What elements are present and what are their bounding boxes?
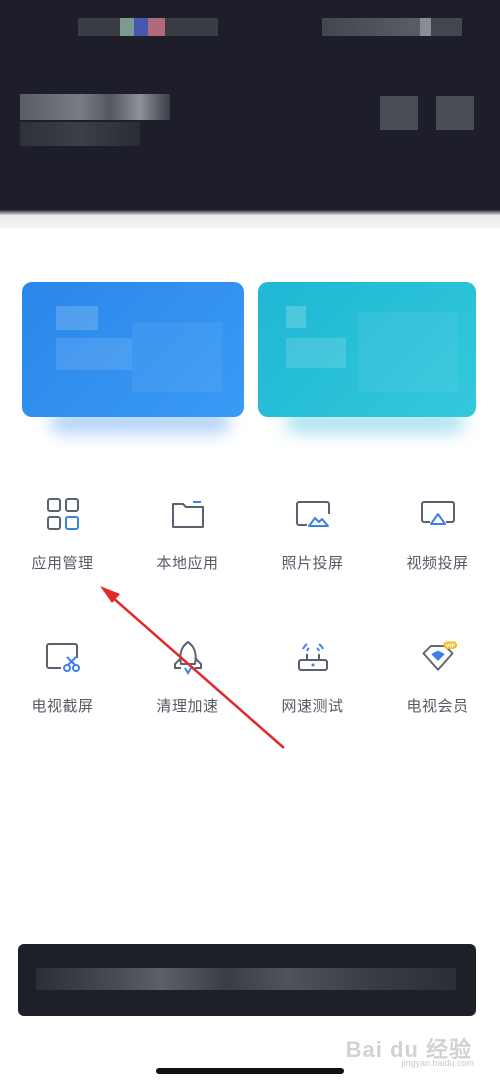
- tool-label: 电视会员: [406, 698, 469, 715]
- rocket-icon: [168, 637, 208, 677]
- app-grid-icon: [43, 494, 83, 534]
- header-blurred: [0, 0, 500, 228]
- header-action-blur-2: [436, 96, 474, 130]
- tool-label: 本地应用: [156, 555, 219, 572]
- home-indicator[interactable]: [156, 1068, 344, 1074]
- svg-text:VIP: VIP: [445, 643, 455, 649]
- banner-card-cyan[interactable]: [258, 282, 476, 417]
- status-bar-blur: [78, 18, 218, 36]
- tool-app-management[interactable]: 应用管理: [0, 480, 125, 623]
- folder-icon: [168, 494, 208, 534]
- tool-grid: 应用管理 本地应用 照片投屏 视频投屏 电视截屏 清理加速 网速测试 VIP 电…: [0, 480, 500, 766]
- tool-label: 应用管理: [31, 555, 94, 572]
- tool-local-apps[interactable]: 本地应用: [125, 480, 250, 623]
- title-blur-2: [20, 122, 140, 146]
- tool-label: 网速测试: [281, 698, 344, 715]
- tool-label: 电视截屏: [31, 698, 94, 715]
- header-action-blur: [380, 96, 418, 130]
- banner-card-blue[interactable]: [22, 282, 244, 417]
- tool-cleanup-boost[interactable]: 清理加速: [125, 623, 250, 766]
- tool-speed-test[interactable]: 网速测试: [250, 623, 375, 766]
- vip-diamond-icon: VIP: [418, 637, 458, 677]
- router-icon: [293, 637, 333, 677]
- tool-label: 清理加速: [156, 698, 219, 715]
- tool-tv-vip[interactable]: VIP 电视会员: [375, 623, 500, 766]
- tool-label: 照片投屏: [281, 555, 344, 572]
- photo-cast-icon: [293, 494, 333, 534]
- tool-video-cast[interactable]: 视频投屏: [375, 480, 500, 623]
- header-divider: [0, 210, 500, 228]
- title-blur: [20, 94, 170, 120]
- tool-tv-screenshot[interactable]: 电视截屏: [0, 623, 125, 766]
- banner-area: [0, 262, 500, 434]
- bottom-banner-blurred: [18, 944, 476, 1016]
- tv-screenshot-icon: [43, 637, 83, 677]
- watermark-url: jingyan.baidu.com: [401, 1058, 474, 1068]
- tool-label: 视频投屏: [406, 555, 469, 572]
- video-cast-icon: [418, 494, 458, 534]
- status-bar-blur-right: [322, 18, 462, 36]
- tool-photo-cast[interactable]: 照片投屏: [250, 480, 375, 623]
